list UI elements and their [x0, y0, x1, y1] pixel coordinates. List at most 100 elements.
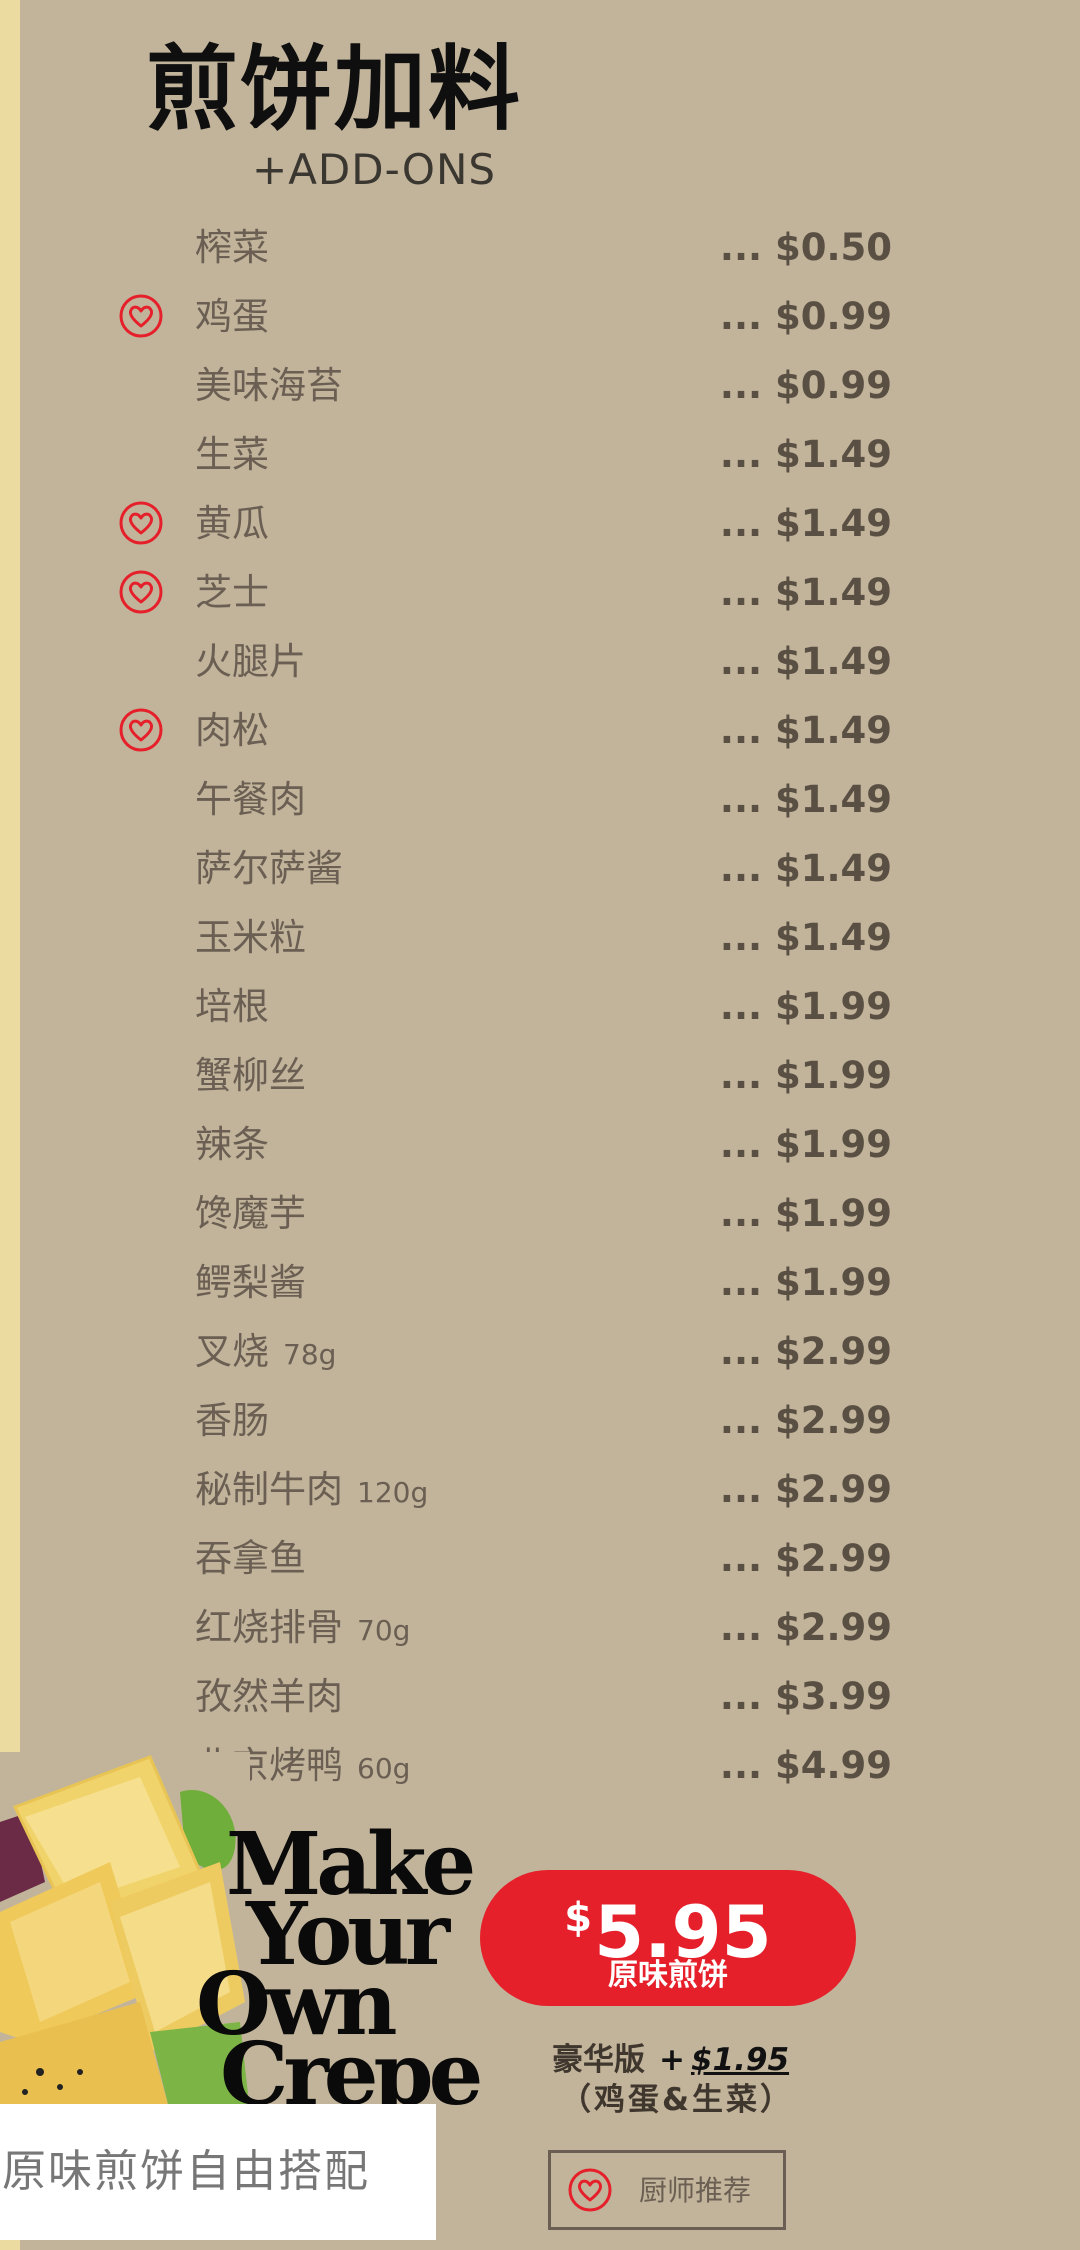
- menu-item: 辣条 ... $1.99: [0, 1115, 1080, 1175]
- base-price-label: 原味煎饼: [608, 1958, 728, 1993]
- menu-item-weight: 78g: [283, 1338, 337, 1371]
- menu-item-label: 吞拿鱼: [195, 1537, 306, 1580]
- chef-recommend-label: 厨师推荐: [639, 2174, 752, 2207]
- menu-item-weight: 120g: [357, 1476, 429, 1509]
- menu-item-price: ... $1.99: [719, 1192, 892, 1235]
- menu-item-label: 孜然羊肉: [195, 1675, 343, 1718]
- menu-item-name: 辣条: [195, 1115, 269, 1175]
- menu-item-label: 蟹柳丝: [195, 1054, 306, 1097]
- menu-item: 黄瓜 ... $1.49: [0, 494, 1080, 554]
- menu-item: 午餐肉 ... $1.49: [0, 770, 1080, 830]
- menu-item: 秘制牛肉 120g ... $2.99: [0, 1460, 1080, 1520]
- menu-item-label: 秘制牛肉: [195, 1468, 343, 1511]
- menu-item-price: ... $2.99: [719, 1468, 892, 1511]
- menu-item-label: 辣条: [195, 1123, 269, 1166]
- menu-item-label: 火腿片: [195, 640, 306, 683]
- menu-item-name: 芝士: [195, 563, 269, 623]
- menu-item-label: 萨尔萨酱: [195, 847, 343, 890]
- menu-item: 美味海苔 ... $0.99: [0, 356, 1080, 416]
- menu-item-label: 红烧排骨: [195, 1606, 343, 1649]
- deluxe-label: 豪华版: [552, 2042, 645, 2078]
- deluxe-plus: +: [659, 2042, 685, 2078]
- free-combo-text: 原味煎饼自由搭配: [2, 2146, 370, 2197]
- slogan-line: Crepe: [220, 2024, 483, 2125]
- menu-item-name: 叉烧 78g: [195, 1322, 336, 1385]
- deluxe-extra-price: $1.95: [690, 2042, 790, 2078]
- menu-item: 吞拿鱼 ... $2.99: [0, 1529, 1080, 1589]
- menu-item-name: 肉松: [195, 701, 269, 761]
- deluxe-offer: 豪华版 + $1.95: [552, 2040, 789, 2080]
- menu-item-label: 榨菜: [195, 226, 269, 269]
- menu-item-name: 黄瓜: [195, 494, 269, 554]
- menu-item-label: 午餐肉: [195, 778, 306, 821]
- menu-item: 玉米粒 ... $1.49: [0, 908, 1080, 968]
- menu-item-price: ... $3.99: [719, 1675, 892, 1718]
- menu-item-name: 馋魔芋: [195, 1184, 306, 1244]
- menu-item-name: 秘制牛肉 120g: [195, 1460, 428, 1523]
- menu-item-label: 鳄梨酱: [195, 1261, 306, 1304]
- menu-item-name: 午餐肉: [195, 770, 306, 830]
- heart-in-circle-icon: [568, 2168, 612, 2212]
- menu-item-weight: 60g: [357, 1752, 411, 1785]
- menu-item: 红烧排骨 70g ... $2.99: [0, 1598, 1080, 1658]
- menu-item-label: 肉松: [195, 709, 269, 752]
- menu-item-name: 榨菜: [195, 218, 269, 278]
- menu-item: 榨菜 ... $0.50: [0, 218, 1080, 278]
- menu-item-label: 鸡蛋: [195, 295, 269, 338]
- menu-item: 肉松 ... $1.49: [0, 701, 1080, 761]
- menu-item-price: ... $2.99: [719, 1330, 892, 1373]
- menu-item-price: ... $1.49: [719, 916, 892, 959]
- menu-item-price: ... $1.99: [719, 985, 892, 1028]
- menu-item-name: 玉米粒: [195, 908, 306, 968]
- menu-item: 香肠 ... $2.99: [0, 1391, 1080, 1451]
- menu-item-label: 馋魔芋: [195, 1192, 306, 1235]
- menu-item-label: 叉烧: [195, 1330, 269, 1373]
- menu-item-price: ... $2.99: [719, 1537, 892, 1580]
- menu-item-price: ... $1.49: [719, 847, 892, 890]
- heart-in-circle-icon: [119, 294, 163, 338]
- heart-in-circle-icon: [119, 708, 163, 752]
- menu-item-name: 香肠: [195, 1391, 269, 1451]
- menu-item-price: ... $1.49: [719, 640, 892, 683]
- menu-item-name: 蟹柳丝: [195, 1046, 306, 1106]
- menu-item: 火腿片 ... $1.49: [0, 632, 1080, 692]
- menu-item: 芝士 ... $1.49: [0, 563, 1080, 623]
- menu-item: 生菜 ... $1.49: [0, 425, 1080, 485]
- menu-item-price: ... $1.49: [719, 709, 892, 752]
- chef-recommend-legend: 厨师推荐: [548, 2150, 786, 2230]
- menu-item-name: 鸡蛋: [195, 287, 269, 347]
- menu-item-name: 美味海苔: [195, 356, 343, 416]
- menu-item-price: ... $0.99: [719, 295, 892, 338]
- menu-item-name: 火腿片: [195, 632, 306, 692]
- menu-item-name: 培根: [195, 977, 269, 1037]
- menu-item-label: 玉米粒: [195, 916, 306, 959]
- menu-item-price: ... $1.49: [719, 502, 892, 545]
- currency-symbol: $: [564, 1895, 593, 1941]
- heart-in-circle-icon: [119, 570, 163, 614]
- menu-item-label: 黄瓜: [195, 502, 269, 545]
- base-crepe-price-badge: $5.95 原味煎饼: [480, 1870, 856, 2006]
- menu-item-name: 萨尔萨酱: [195, 839, 343, 899]
- page-subtitle: +ADD-ONS: [252, 145, 497, 194]
- menu-item-price: ... $1.49: [719, 778, 892, 821]
- menu-item: 叉烧 78g ... $2.99: [0, 1322, 1080, 1382]
- menu-item-price: ... $0.99: [719, 364, 892, 407]
- menu-item-name: 红烧排骨 70g: [195, 1598, 410, 1661]
- menu-item-price: ... $4.99: [719, 1744, 892, 1787]
- menu-item: 馋魔芋 ... $1.99: [0, 1184, 1080, 1244]
- deluxe-note: （鸡蛋&生菜）: [560, 2082, 795, 2118]
- menu-item-price: ... $2.99: [719, 1399, 892, 1442]
- menu-item-price: ... $2.99: [719, 1606, 892, 1649]
- menu-item-label: 美味海苔: [195, 364, 343, 407]
- menu-item-weight: 70g: [357, 1614, 411, 1647]
- menu-item: 萨尔萨酱 ... $1.49: [0, 839, 1080, 899]
- menu-item-label: 芝士: [195, 571, 269, 614]
- menu-item: 培根 ... $1.99: [0, 977, 1080, 1037]
- menu-item-price: ... $1.99: [719, 1123, 892, 1166]
- heart-in-circle-icon: [119, 501, 163, 545]
- menu-item-label: 生菜: [195, 433, 269, 476]
- menu-item: 蟹柳丝 ... $1.99: [0, 1046, 1080, 1106]
- make-your-own-crepe-slogan: Make Your Own Crepe: [196, 1822, 483, 2125]
- menu-item-price: ... $1.99: [719, 1054, 892, 1097]
- menu-item: 鸡蛋 ... $0.99: [0, 287, 1080, 347]
